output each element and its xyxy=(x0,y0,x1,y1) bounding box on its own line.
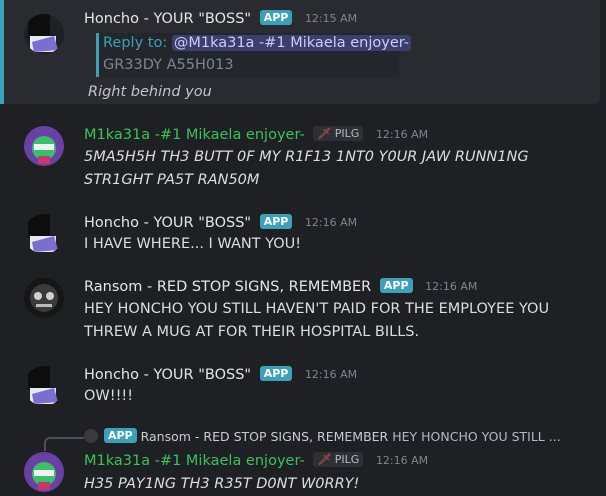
app-badge: APP xyxy=(259,366,293,381)
app-badge: APP xyxy=(103,428,137,443)
message-honcho-highlighted[interactable]: Honcho - YOUR "BOSS" APP 12:15 AM Reply … xyxy=(0,0,606,104)
reply-mention[interactable]: @M1ka31a -#1 Mikaela enjoyer- xyxy=(171,35,412,51)
app-badge: APP xyxy=(259,10,293,25)
avatar[interactable] xyxy=(24,452,64,492)
timestamp: 12:16 AM xyxy=(375,128,429,141)
message-mika[interactable]: M1ka31a -#1 Mikaela enjoyer- 🗡 PILG 12:1… xyxy=(0,118,606,196)
message-honcho-3[interactable]: Honcho - YOUR "BOSS" APP 12:16 AM OW!!!! xyxy=(0,358,606,416)
message-text-line2: THREW A MUG AT FOR THEIR HOSPITAL BILLS. xyxy=(84,324,420,340)
author-name[interactable]: Honcho - YOUR "BOSS" xyxy=(84,11,251,27)
avatar[interactable] xyxy=(24,366,64,406)
message-text: Right behind you xyxy=(88,84,212,100)
message-text: H35 PAY1NG TH3 R35T D0NT W0RRY! xyxy=(84,476,360,492)
message-honcho-2[interactable]: Honcho - YOUR "BOSS" APP 12:16 AM I HAVE… xyxy=(0,206,606,264)
sword-icon: 🗡 xyxy=(317,453,332,466)
author-name[interactable]: M1ka31a -#1 Mikaela enjoyer- xyxy=(84,127,305,143)
app-badge: APP xyxy=(379,278,413,293)
reply-preview[interactable]: APP Ransom - RED STOP SIGNS, REMEMBER HE… xyxy=(84,428,561,444)
reply-prefix: Reply to: xyxy=(103,35,168,51)
timestamp: 12:15 AM xyxy=(304,12,358,25)
timestamp: 12:16 AM xyxy=(304,216,358,229)
avatar[interactable] xyxy=(24,14,64,54)
app-badge: APP xyxy=(259,214,293,229)
reply-avatar-icon xyxy=(84,429,98,443)
timestamp: 12:16 AM xyxy=(425,280,478,293)
avatar[interactable] xyxy=(24,126,64,166)
message-text: I HAVE WHERE... I WANT YOU! xyxy=(84,236,302,252)
timestamp: 12:16 AM xyxy=(304,368,358,381)
pilg-label: PILG xyxy=(334,453,360,466)
message-ransom[interactable]: Ransom - RED STOP SIGNS, REMEMBER APP 12… xyxy=(0,270,606,346)
author-name[interactable]: Honcho - YOUR "BOSS" xyxy=(84,367,251,383)
avatar[interactable] xyxy=(24,278,64,318)
reply-quote[interactable]: Reply to: @M1ka31a -#1 Mikaela enjoyer- … xyxy=(96,33,412,77)
highlight-bar xyxy=(0,0,4,104)
author-name[interactable]: Honcho - YOUR "BOSS" xyxy=(84,215,251,231)
reply-text: GR33DY A55H013 xyxy=(103,57,234,73)
reply-snippet: HEY HONCHO YOU STILL ... xyxy=(392,429,561,444)
reply-author[interactable]: Ransom - RED STOP SIGNS, REMEMBER xyxy=(141,429,389,444)
message-text-line1: 5MA5H5H TH3 BUTT 0F MY R1F13 1NT0 Y0UR J… xyxy=(84,149,529,165)
pilg-badge: 🗡 PILG xyxy=(313,126,364,141)
message-mika-2[interactable]: M1ka31a -#1 Mikaela enjoyer- 🗡 PILG 12:1… xyxy=(0,446,606,492)
sword-icon: 🗡 xyxy=(317,127,332,140)
message-text-line1: HEY HONCHO YOU STILL HAVEN'T PAID FOR TH… xyxy=(84,301,550,317)
author-name[interactable]: Ransom - RED STOP SIGNS, REMEMBER xyxy=(84,279,371,295)
message-text: OW!!!! xyxy=(84,388,134,404)
pilg-badge: 🗡 PILG xyxy=(313,452,364,467)
avatar[interactable] xyxy=(24,214,64,254)
author-name[interactable]: M1ka31a -#1 Mikaela enjoyer- xyxy=(84,453,305,469)
timestamp: 12:16 AM xyxy=(375,454,429,467)
pilg-label: PILG xyxy=(334,127,360,140)
message-text-line2: STR1GHT PA5T RAN50M xyxy=(84,172,260,188)
